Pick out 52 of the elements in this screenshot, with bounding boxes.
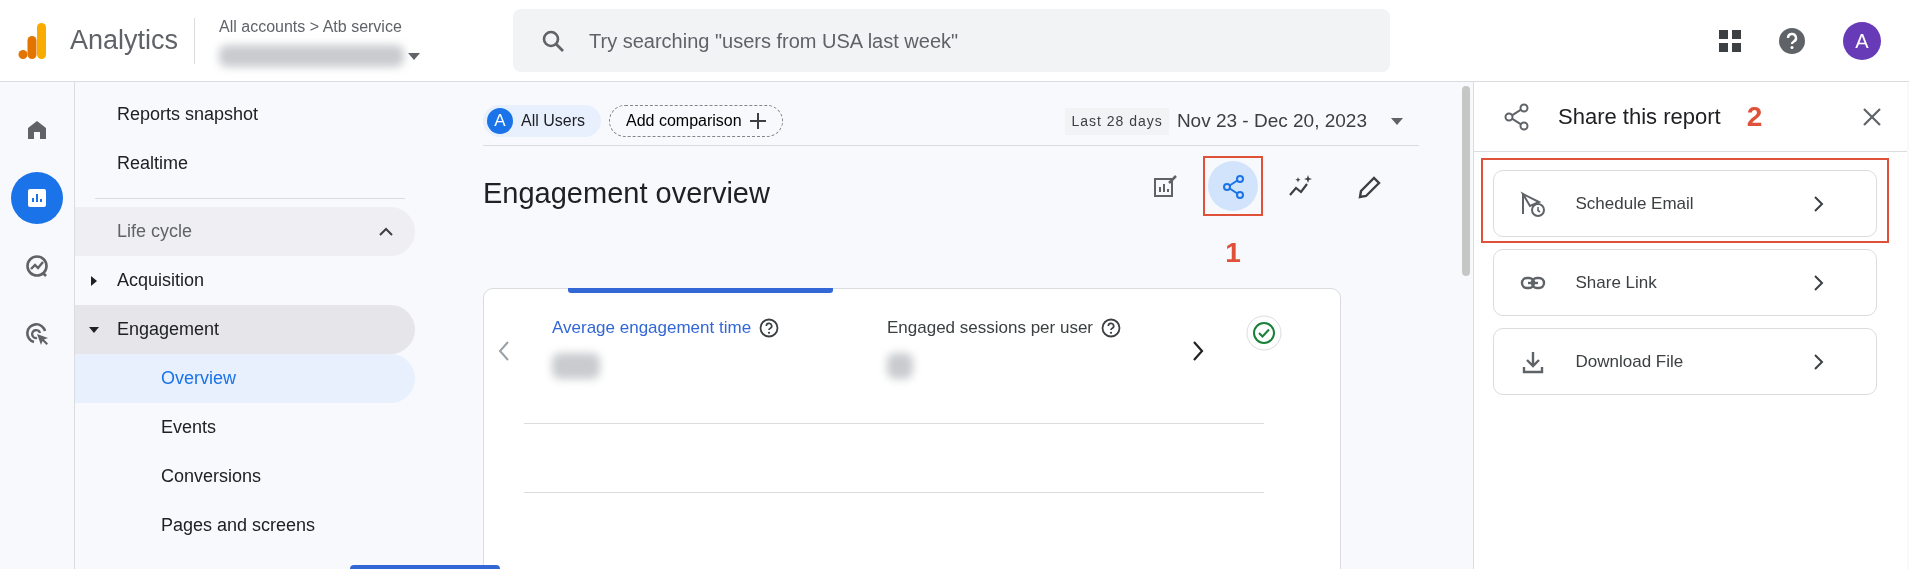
plus-icon xyxy=(749,113,766,129)
panel-title: Share this report xyxy=(1558,103,1721,131)
nav-item[interactable]: Realtime xyxy=(75,139,415,188)
help-icon[interactable] xyxy=(1779,27,1805,54)
dropdown-caret-icon[interactable] xyxy=(1391,117,1403,125)
scrollbar[interactable] xyxy=(1462,86,1470,276)
chevron-up-icon xyxy=(379,227,393,236)
search-icon xyxy=(541,28,565,53)
close-icon[interactable] xyxy=(1863,107,1881,126)
breadcrumb[interactable]: All accounts > Atb service xyxy=(219,14,421,39)
chevron-right-icon xyxy=(1813,195,1824,212)
nav-group[interactable]: Acquisition xyxy=(75,256,415,305)
metric-label[interactable]: Engaged sessions per user xyxy=(887,315,1094,341)
annotation-number: 1 xyxy=(1225,236,1241,270)
bar-chart-icon[interactable] xyxy=(11,172,63,224)
nav-section[interactable]: Life cycle xyxy=(75,207,415,256)
chevron-right-icon xyxy=(1813,274,1824,291)
help-icon[interactable] xyxy=(759,317,780,338)
dropdown-caret-icon[interactable] xyxy=(408,53,421,60)
date-range[interactable]: Nov 23 - Dec 20, 2023 xyxy=(1176,106,1367,136)
app-title: Analytics xyxy=(70,24,179,58)
share-option[interactable]: Share Link xyxy=(1492,249,1877,316)
share-option[interactable]: Schedule Email xyxy=(1492,170,1877,237)
nav-item[interactable]: Overview xyxy=(75,354,415,403)
send-clock-icon xyxy=(1519,190,1546,217)
annotation-number: 2 xyxy=(1746,99,1763,134)
segment-avatar: A xyxy=(487,108,513,134)
date-range-label: Last 28 days xyxy=(1065,107,1169,135)
search-bar[interactable]: Try searching "users from USA last week" xyxy=(513,9,1390,72)
nav-group[interactable]: Engagement xyxy=(75,305,415,354)
chevron-right-icon xyxy=(1813,353,1824,370)
nav-item[interactable]: Events xyxy=(75,403,415,452)
nav-item[interactable]: Conversions xyxy=(75,452,415,501)
metric-label[interactable]: Average engagement time xyxy=(552,315,752,341)
chevron-left-icon[interactable] xyxy=(498,341,510,361)
caret-down-icon xyxy=(89,324,99,335)
segment-chip[interactable]: A All Users xyxy=(483,105,601,137)
analytics-logo xyxy=(18,22,46,59)
search-field[interactable]: Try searching "users from USA last week" xyxy=(587,24,1390,57)
help-icon[interactable] xyxy=(1101,317,1122,338)
blurred-metric-value xyxy=(552,352,600,379)
account-avatar[interactable]: A xyxy=(1843,21,1881,60)
nav-item[interactable]: Pages and screens xyxy=(75,501,415,550)
apps-grid-icon[interactable] xyxy=(1719,29,1741,52)
caret-right-icon xyxy=(89,275,99,286)
nav-item[interactable]: Reports snapshot xyxy=(75,90,415,139)
share-icon xyxy=(1504,102,1530,131)
report-title: Engagement overview xyxy=(483,176,770,211)
check-circle-icon xyxy=(1246,315,1282,351)
share-option[interactable]: Download File xyxy=(1492,328,1877,395)
chevron-right-icon[interactable] xyxy=(1192,341,1204,361)
blurred-metric-value xyxy=(887,352,913,379)
